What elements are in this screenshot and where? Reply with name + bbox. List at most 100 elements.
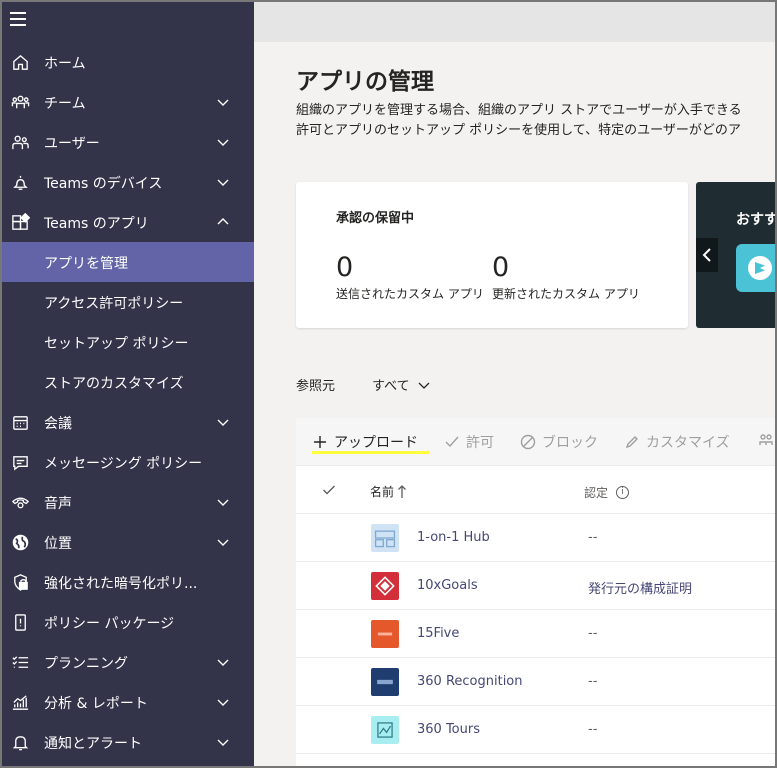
chevron-left-icon	[702, 248, 711, 262]
top-bar	[254, 2, 775, 42]
column-header-name[interactable]: 名前	[370, 483, 407, 500]
table-row[interactable]: 10xGoals 発行元の構成証明	[296, 562, 775, 610]
select-all-checkbox[interactable]	[322, 482, 336, 496]
updated-label: 更新されたカスタム アプリ	[492, 287, 640, 301]
updated-custom-apps-stat[interactable]: 0 更新されたカスタム アプリ	[492, 252, 640, 302]
app-name[interactable]: 360 Recognition	[417, 674, 523, 689]
checklist-icon	[10, 652, 30, 672]
filter-label: 参照元	[296, 379, 336, 394]
sidebar-item-label: 音声	[44, 496, 72, 512]
carousel-previous-button[interactable]	[696, 238, 718, 272]
sidebar-item-voice[interactable]: 音声	[2, 482, 254, 522]
chevron-down-icon	[216, 95, 230, 109]
column-cert-label: 認定	[584, 486, 609, 500]
sidebar-item-permission-policies[interactable]: アクセス許可ポリシー	[2, 282, 254, 322]
chevron-down-icon	[216, 175, 230, 189]
sidebar-item-planning[interactable]: プランニング	[2, 642, 254, 682]
app-icon-15five	[371, 620, 399, 648]
sidebar-item-meetings[interactable]: 会議	[2, 402, 254, 442]
app-certification-link[interactable]: 発行元の構成証明	[588, 578, 692, 597]
chevron-down-icon	[216, 415, 230, 429]
apps-icon	[10, 212, 30, 232]
sidebar-item-label: メッセージング ポリシー	[44, 456, 203, 472]
pencil-icon	[625, 436, 638, 449]
app-name[interactable]: 10xGoals	[417, 578, 478, 593]
sidebar: ホーム チーム ユーザー Teams のデバイス Teams のアプリ アプリを…	[2, 2, 254, 766]
app-certification: --	[588, 626, 598, 641]
plus-icon	[314, 436, 326, 448]
source-filter-dropdown[interactable]: すべて	[372, 375, 430, 394]
app-certification: --	[588, 674, 598, 689]
table-row[interactable]: 360 Recognition --	[296, 658, 775, 706]
pending-approval-card: 承認の保留中 0 送信されたカスタム アプリ 0 更新されたカスタム アプリ	[296, 182, 688, 328]
sidebar-item-label: アクセス許可ポリシー	[44, 296, 184, 312]
hamburger-menu-icon[interactable]	[10, 12, 28, 28]
chevron-down-icon	[216, 535, 230, 549]
sidebar-item-label: ユーザー	[44, 136, 100, 152]
more-actions-button[interactable]	[758, 432, 775, 448]
upload-button[interactable]: アップロード	[312, 432, 418, 452]
app-name[interactable]: 15Five	[417, 626, 459, 641]
chevron-down-icon	[418, 382, 430, 389]
sidebar-item-messaging-policies[interactable]: メッセージング ポリシー	[2, 442, 254, 482]
table-row[interactable]: 1-on-1 Hub --	[296, 514, 775, 562]
sidebar-item-home[interactable]: ホーム	[2, 42, 254, 82]
sidebar-item-setup-policies[interactable]: セットアップ ポリシー	[2, 322, 254, 362]
sidebar-item-teams[interactable]: チーム	[2, 82, 254, 122]
column-header-certification[interactable]: 認定 i	[584, 484, 630, 501]
globe-icon	[10, 532, 30, 552]
sidebar-item-users[interactable]: ユーザー	[2, 122, 254, 162]
sidebar-item-teams-apps[interactable]: Teams のアプリ	[2, 202, 254, 242]
app-name[interactable]: 360 Tours	[417, 722, 480, 737]
bell-icon	[10, 732, 30, 752]
allow-button[interactable]: 許可	[444, 432, 494, 452]
sidebar-item-policy-packages[interactable]: ポリシー パッケージ	[2, 602, 254, 642]
apps-table: アップロード 許可 ブロック カスタマイズ 名前 認定 i 1-on-1 Hub…	[296, 418, 775, 766]
customize-button[interactable]: カスタマイズ	[624, 432, 730, 452]
sidebar-item-locations[interactable]: 位置	[2, 522, 254, 562]
table-row[interactable]: 15Five --	[296, 610, 775, 658]
app-name[interactable]: 1-on-1 Hub	[417, 530, 490, 545]
check-icon	[323, 485, 335, 495]
block-label: ブロック	[542, 435, 598, 451]
analytics-icon	[10, 692, 30, 712]
teams-icon	[10, 92, 30, 112]
app-certification: --	[588, 722, 598, 737]
chevron-down-icon	[216, 655, 230, 669]
table-row[interactable]: 360 Tours --	[296, 706, 775, 754]
sidebar-item-customize-store[interactable]: ストアのカスタマイズ	[2, 362, 254, 402]
block-button[interactable]: ブロック	[520, 432, 598, 452]
main-content: アプリの管理 組織のアプリを管理する場合、組織のアプリ ストアでユーザーが入手で…	[254, 2, 775, 766]
chevron-down-icon	[216, 735, 230, 749]
sidebar-item-label: 会議	[44, 416, 72, 432]
submitted-label: 送信されたカスタム アプリ	[336, 287, 484, 301]
bell-device-icon	[10, 172, 30, 192]
description-line: 許可とアプリのセットアップ ポリシーを使用して、特定のユーザーがどのア	[296, 123, 741, 138]
sidebar-item-manage-apps[interactable]: アプリを管理	[2, 242, 254, 282]
sidebar-item-label: 通知とアラート	[44, 736, 142, 752]
chevron-up-icon	[216, 215, 230, 229]
upload-highlight	[312, 451, 429, 454]
sidebar-item-notifications-alerts[interactable]: 通知とアラート	[2, 722, 254, 762]
table-toolbar: アップロード 許可 ブロック カスタマイズ	[296, 418, 775, 466]
sidebar-item-encryption-policies[interactable]: 強化された暗号化ポリ...	[2, 562, 254, 602]
block-icon	[520, 434, 536, 450]
app-icon-1on1hub	[371, 524, 399, 552]
sidebar-item-label: Teams のアプリ	[44, 216, 149, 232]
updated-count: 0	[492, 252, 510, 283]
featured-app-icon[interactable]	[736, 244, 775, 292]
page-description: 組織のアプリを管理する場合、組織のアプリ ストアでユーザーが入手できる 許可とア…	[296, 101, 742, 141]
chat-icon	[10, 452, 30, 472]
sidebar-item-label: ホーム	[44, 56, 86, 72]
sidebar-item-teams-devices[interactable]: Teams のデバイス	[2, 162, 254, 202]
chevron-down-icon	[216, 135, 230, 149]
sidebar-item-analytics-reports[interactable]: 分析 & レポート	[2, 682, 254, 722]
info-icon[interactable]: i	[616, 486, 630, 499]
pending-approval-title: 承認の保留中	[336, 211, 415, 226]
customize-label: カスタマイズ	[646, 435, 730, 451]
featured-apps-card: おすす	[696, 182, 775, 328]
people-icon	[759, 434, 773, 445]
submitted-custom-apps-stat[interactable]: 0 送信されたカスタム アプリ	[336, 252, 484, 302]
sidebar-item-label: チーム	[44, 96, 86, 112]
sort-ascending-icon	[398, 484, 406, 498]
